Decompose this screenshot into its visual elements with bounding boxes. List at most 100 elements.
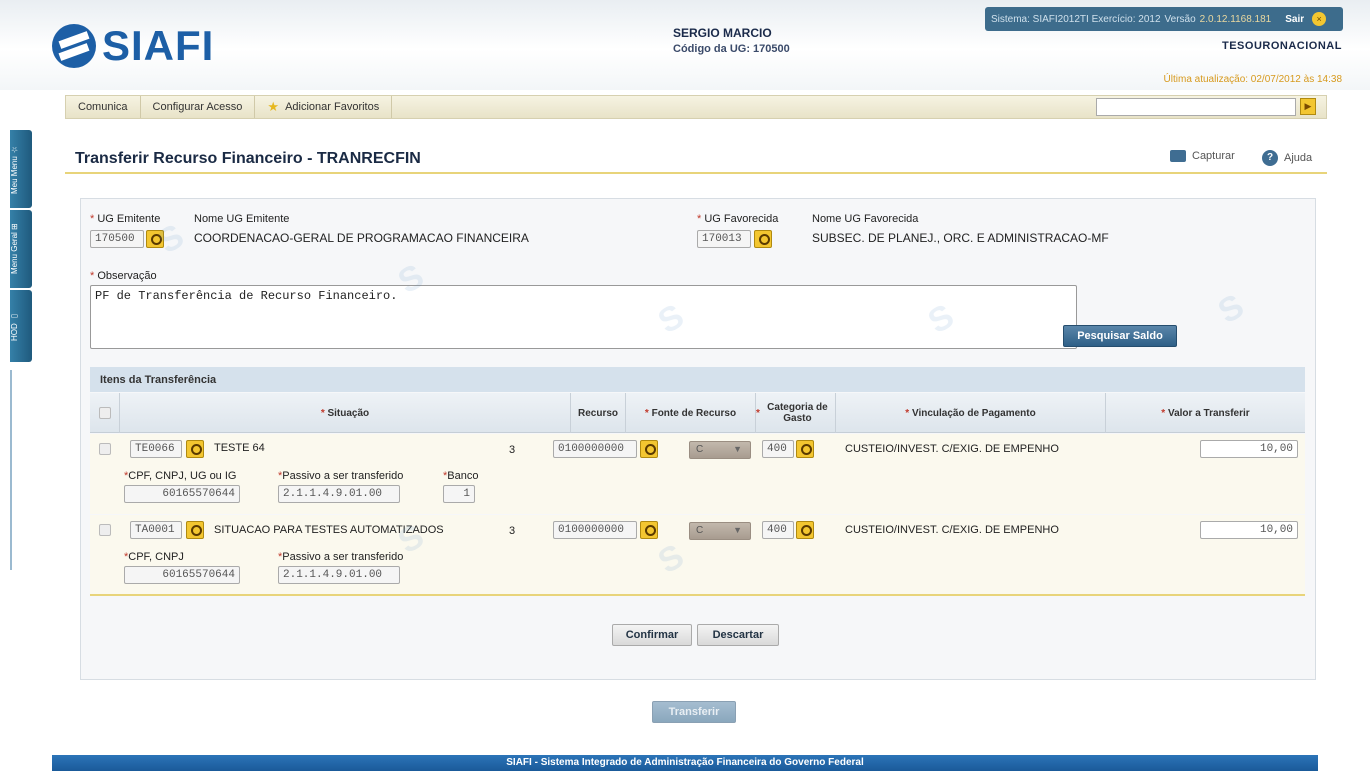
nome-ug-favorecida-value: SUBSEC. DE PLANEJ., ORC. E ADMINISTRACAO… xyxy=(812,231,1109,245)
ug-emitente-label: * UG Emitente xyxy=(90,213,161,225)
doc-label-text: CPF, CNPJ xyxy=(128,551,184,563)
version-label: Versão xyxy=(1164,13,1196,25)
help-button[interactable]: ? Ajuda xyxy=(1262,150,1312,166)
menu-item-configurar-acesso[interactable]: Configurar Acesso xyxy=(141,96,256,118)
passivo-label: *Passivo a ser transferido xyxy=(278,470,404,482)
items-section-title: Itens da Transferência xyxy=(90,367,1305,392)
ug-emitente-field[interactable]: 170500 xyxy=(90,230,144,248)
menu-item-comunica[interactable]: Comunica xyxy=(66,96,141,118)
categoria-select[interactable]: C xyxy=(689,522,751,540)
transfer-button[interactable]: Transferir xyxy=(652,701,736,723)
version-value: 2.0.12.1168.181 xyxy=(1199,13,1272,25)
valor-field[interactable]: 10,00 xyxy=(1200,440,1298,458)
situacao-field[interactable]: TA0001 xyxy=(130,521,182,539)
logout-link[interactable]: Sair xyxy=(1285,14,1304,25)
siafi-logo-text: SIAFI xyxy=(102,22,215,69)
fonte-field[interactable]: 0100000000 xyxy=(553,440,637,458)
col-categoria-label: Categoria de Gasto xyxy=(767,402,828,424)
last-update: Última atualização: 02/07/2012 às 14:38 xyxy=(1163,74,1342,85)
side-tab-label: Meu Menu xyxy=(10,155,19,194)
nome-ug-emitente-label: Nome UG Emitente xyxy=(194,213,290,225)
discard-button[interactable]: Descartar xyxy=(697,624,779,646)
confirm-button[interactable]: Confirmar xyxy=(612,624,692,646)
passivo-field[interactable]: 2.1.1.4.9.01.00 xyxy=(278,485,400,503)
capture-label: Capturar xyxy=(1192,150,1235,162)
passivo-label-text: Passivo a ser transferido xyxy=(282,551,404,563)
tesouro-logo-text: TESOURONACIONAL xyxy=(1222,40,1342,52)
search-go-button[interactable]: ▶ xyxy=(1300,98,1316,115)
col-recurso: Recurso xyxy=(571,393,626,433)
situacao-lookup-icon[interactable] xyxy=(186,440,204,458)
doc-field[interactable]: 60165570644 xyxy=(124,485,240,503)
ug-favorecida-label-text: UG Favorecida xyxy=(704,213,779,225)
tesouro-nacional-logo: TESOURONACIONAL xyxy=(1222,40,1342,52)
passivo-field[interactable]: 2.1.1.4.9.01.00 xyxy=(278,566,400,584)
row-checkbox[interactable] xyxy=(99,524,111,536)
select-all-checkbox[interactable] xyxy=(98,407,111,419)
help-label: Ajuda xyxy=(1284,152,1313,164)
vinculacao-lookup-icon[interactable] xyxy=(796,440,814,458)
pesquisar-saldo-button[interactable]: Pesquisar Saldo xyxy=(1063,325,1177,347)
star-icon: ★ xyxy=(267,99,280,114)
logout-icon[interactable]: × xyxy=(1312,12,1327,26)
menu-search-input[interactable] xyxy=(1096,98,1296,116)
col-situacao-label: Situação xyxy=(327,407,370,419)
vinculacao-field[interactable]: 400 xyxy=(762,521,794,539)
row-checkbox[interactable] xyxy=(99,443,111,455)
system-info-bar: Sistema: SIAFI2012TI Exercício: 2012 Ver… xyxy=(985,7,1343,31)
menu-item-label: Comunica xyxy=(78,101,128,113)
vinculacao-field[interactable]: 400 xyxy=(762,440,794,458)
table-bottom-divider xyxy=(90,594,1305,596)
recurso-value: 3 xyxy=(509,444,516,456)
observacao-label: * Observação xyxy=(90,270,157,282)
col-valor: * Valor a Transferir xyxy=(1161,407,1250,419)
ug-emitente-label-text: UG Emitente xyxy=(97,213,161,225)
fonte-field[interactable]: 0100000000 xyxy=(553,521,637,539)
side-tab-menu-geral[interactable]: Menu Geral ⊞ xyxy=(10,210,32,288)
col-vinculacao: * Vinculação de Pagamento xyxy=(836,393,1106,433)
vinculacao-lookup-icon[interactable] xyxy=(796,521,814,539)
nome-ug-favorecida-label: Nome UG Favorecida xyxy=(812,213,919,225)
col-situacao: * Situação xyxy=(120,393,571,433)
banco-field[interactable]: 1 xyxy=(443,485,475,503)
side-tab-label: HOD xyxy=(10,322,19,341)
fonte-lookup-icon[interactable] xyxy=(640,521,658,539)
page-header: SIAFI SERGIO MARCIO Código da UG: 170500… xyxy=(0,0,1370,90)
ug-favorecida-field[interactable]: 170013 xyxy=(697,230,751,248)
ug-favorecida-lookup-icon[interactable] xyxy=(754,230,772,248)
vinculacao-desc: CUSTEIO/INVEST. C/EXIG. DE EMPENHO xyxy=(845,443,1059,455)
doc-field[interactable]: 60165570644 xyxy=(124,566,240,584)
siafi-logo: SIAFI xyxy=(52,22,214,70)
observacao-label-text: Observação xyxy=(97,270,157,282)
doc-label-text: CPF, CNPJ, UG ou IG xyxy=(128,470,237,482)
col-valor-label: Valor a Transferir xyxy=(1167,407,1250,419)
ug-code: Código da UG: 170500 xyxy=(673,43,790,55)
doc-label: *CPF, CNPJ, UG ou IG xyxy=(124,470,237,482)
fonte-lookup-icon[interactable] xyxy=(640,440,658,458)
categoria-select[interactable]: C xyxy=(689,441,751,459)
header-select-all[interactable] xyxy=(90,393,120,433)
side-divider xyxy=(10,370,12,570)
situacao-field[interactable]: TE0066 xyxy=(130,440,182,458)
title-divider xyxy=(65,172,1327,174)
side-tabs: Meu Menu ☆ Menu Geral ⊞ HOD ▭ xyxy=(10,130,32,364)
vinculacao-desc: CUSTEIO/INVEST. C/EXIG. DE EMPENHO xyxy=(845,524,1059,536)
doc-label: *CPF, CNPJ xyxy=(124,551,184,563)
nome-ug-emitente-value: COORDENACAO-GERAL DE PROGRAMACAO FINANCE… xyxy=(194,231,529,245)
side-tab-hod[interactable]: HOD ▭ xyxy=(10,290,32,362)
situacao-desc: TESTE 64 xyxy=(214,442,265,454)
menu-item-label: Configurar Acesso xyxy=(152,101,243,113)
camera-icon xyxy=(1170,150,1186,162)
system-label: Sistema: SIAFI2012TI Exercício: 2012 xyxy=(991,13,1161,25)
top-menu-bar: Comunica Configurar Acesso ★ Adicionar Fa… xyxy=(65,95,1327,119)
passivo-label: *Passivo a ser transferido xyxy=(278,551,404,563)
valor-field[interactable]: 10,00 xyxy=(1200,521,1298,539)
siafi-logo-icon xyxy=(52,24,96,68)
capture-button[interactable]: Capturar xyxy=(1170,150,1235,162)
col-fonte-label: Fonte de Recurso xyxy=(651,407,737,419)
situacao-lookup-icon[interactable] xyxy=(186,521,204,539)
menu-item-adicionar-favoritos[interactable]: ★ Adicionar Favoritos xyxy=(255,96,393,118)
banco-label: *Banco xyxy=(443,470,479,482)
banco-label-text: Banco xyxy=(447,470,479,482)
side-tab-meu-menu[interactable]: Meu Menu ☆ xyxy=(10,130,32,208)
